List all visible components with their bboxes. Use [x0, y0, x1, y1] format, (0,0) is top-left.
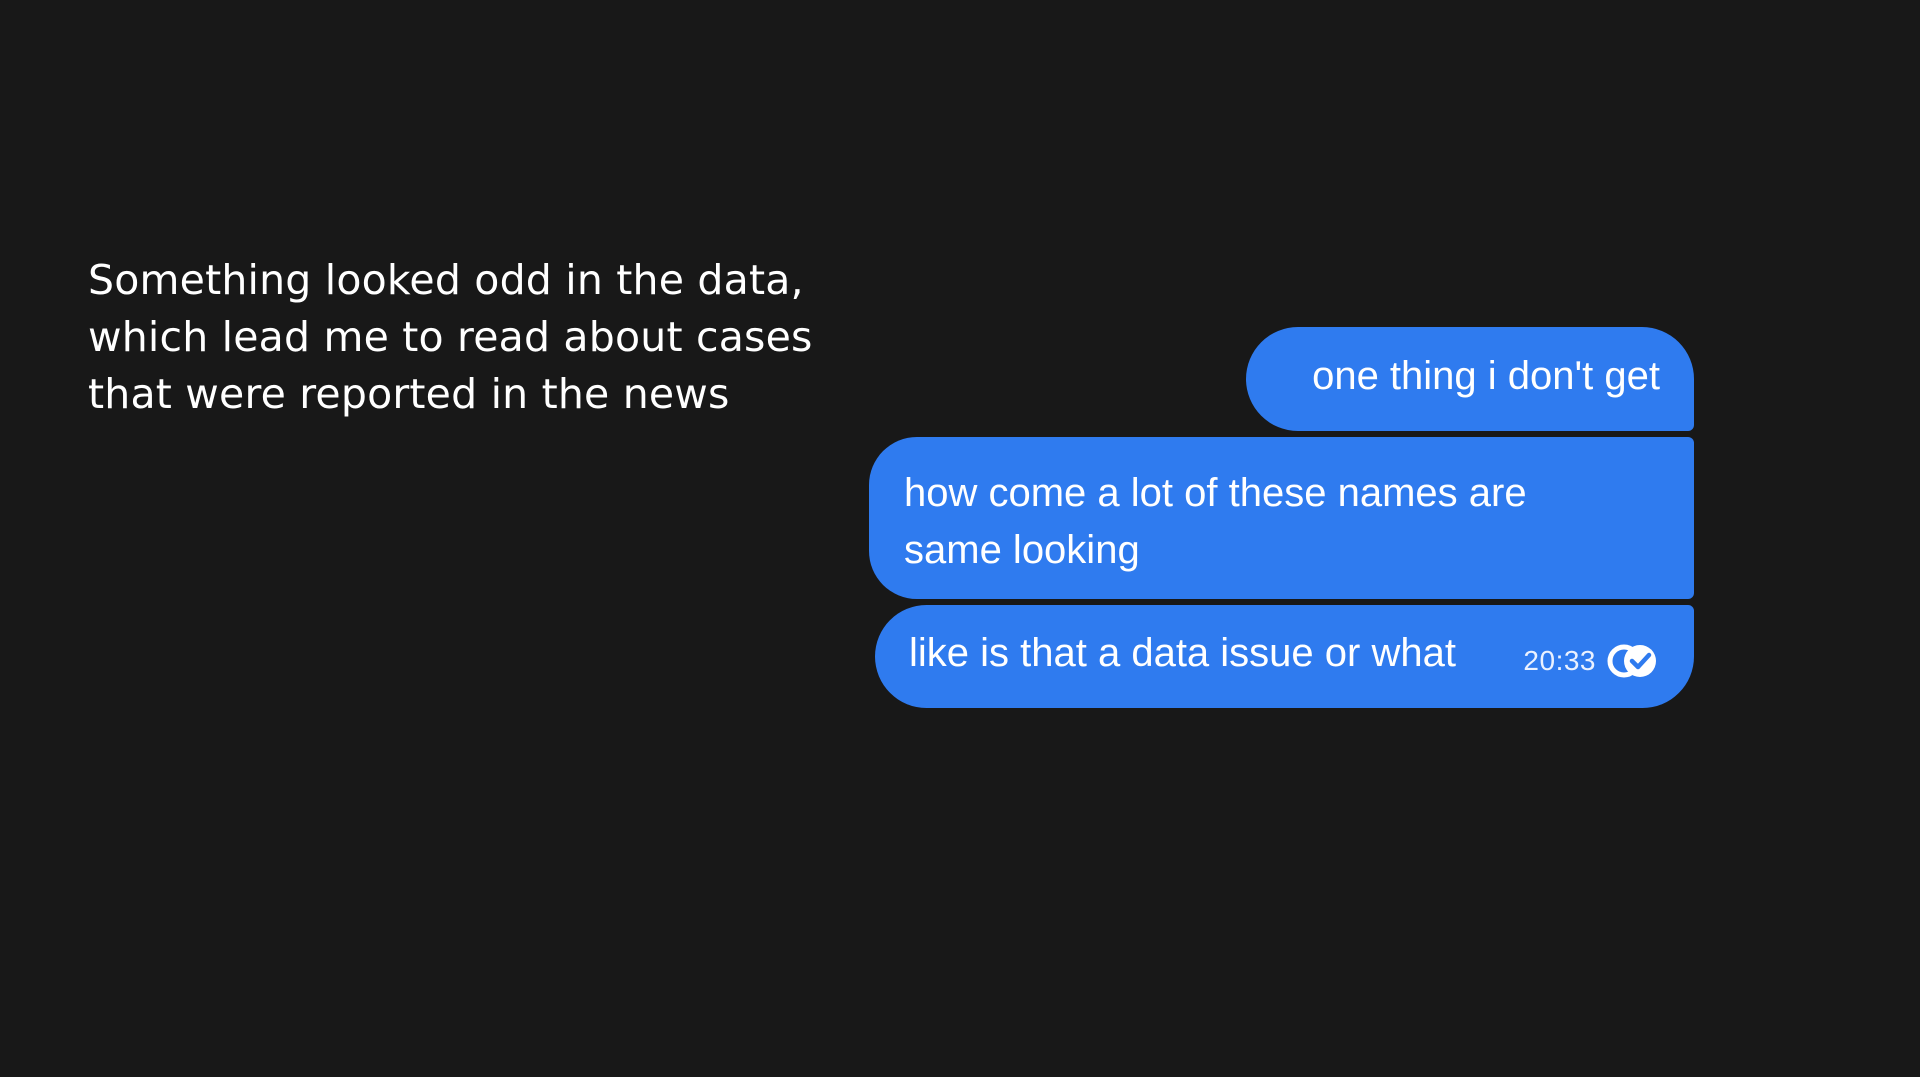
- message-bubble[interactable]: how come a lot of these names are same l…: [869, 437, 1694, 599]
- caption-line: Something looked odd in the data,: [88, 256, 804, 304]
- caption-line: which lead me to read about cases: [88, 313, 813, 361]
- message-text: same looking: [904, 528, 1140, 572]
- message-meta: 20:33: [1523, 643, 1660, 679]
- message-text: how come a lot of these names are: [904, 471, 1527, 515]
- double-check-icon: [1607, 644, 1656, 678]
- message-text: like is that a data issue or what: [909, 631, 1456, 675]
- caption-text: Something looked odd in the data, which …: [88, 252, 813, 423]
- message-bubble[interactable]: one thing i don't get: [1246, 327, 1694, 431]
- message-timestamp: 20:33: [1523, 645, 1596, 676]
- message-text: one thing i don't get: [1312, 354, 1660, 398]
- slide: Something looked odd in the data, which …: [0, 0, 1920, 1080]
- message-bubble[interactable]: like is that a data issue or what 20:33: [875, 605, 1694, 708]
- caption-line: that were reported in the news: [88, 370, 730, 418]
